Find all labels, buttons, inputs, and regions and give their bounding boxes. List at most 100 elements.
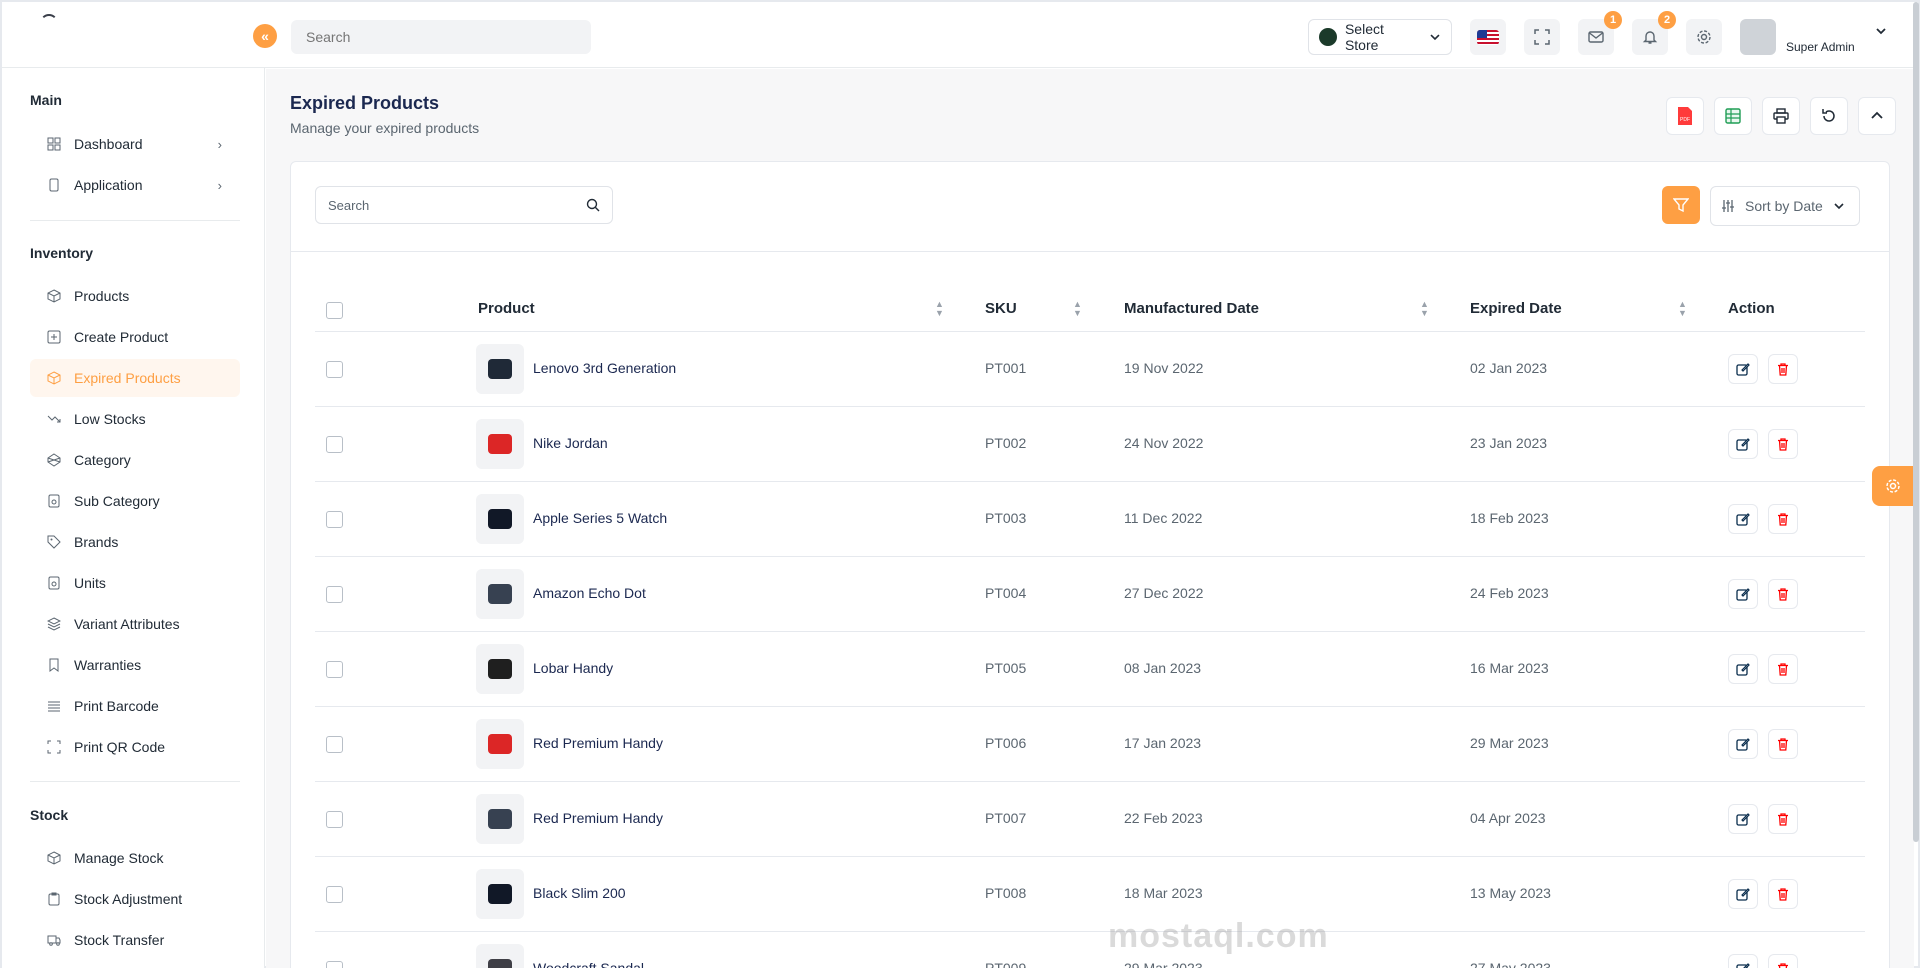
product-thumbnail [476,344,524,394]
sidebar-item-stock-transfer[interactable]: Stock Transfer [30,921,240,959]
sidebar: Main Dashboard › Application › Inventory… [2,68,265,968]
sidebar-item-variant-attributes[interactable]: Variant Attributes [30,605,240,643]
clipboard-icon [46,891,62,907]
delete-button[interactable] [1768,729,1798,759]
sort-arrows-icon[interactable]: ▲ ▼ [1678,300,1687,318]
delete-button[interactable] [1768,504,1798,534]
sidebar-item-stock-adjustment[interactable]: Stock Adjustment [30,880,240,918]
row-checkbox[interactable] [326,511,343,528]
delete-button[interactable] [1768,579,1798,609]
product-name[interactable]: Amazon Echo Dot [533,585,646,601]
sidebar-item-brands[interactable]: Brands [30,523,240,561]
page-title: Expired Products [290,93,440,113]
product-name[interactable]: Nike Jordan [533,435,608,451]
sidebar-item-warranties[interactable]: Warranties [30,646,240,684]
row-checkbox[interactable] [326,661,343,678]
store-select[interactable]: Select Store [1308,19,1452,55]
edit-button[interactable] [1728,654,1758,684]
mail-badge: 1 [1604,11,1622,29]
theme-settings-button[interactable] [1872,466,1914,506]
maximize-icon [46,739,62,755]
row-checkbox[interactable] [326,586,343,603]
select-all-checkbox[interactable] [326,302,343,319]
table-row: Red Premium Handy PT007 22 Feb 2023 04 Apr … [315,782,1865,857]
delete-button[interactable] [1768,954,1798,968]
column-header-expired-date[interactable]: Expired Date [1470,300,1562,317]
sidebar-item-manage-stock[interactable]: Manage Stock [30,839,240,877]
sidebar-item-application[interactable]: Application › [30,166,240,204]
sort-arrows-icon[interactable]: ▲ ▼ [1420,300,1429,318]
expired-date-cell: 24 Feb 2023 [1470,585,1549,601]
layers-icon [46,616,62,632]
product-name[interactable]: Red Premium Handy [533,735,663,751]
edit-icon [1736,588,1750,601]
row-checkbox[interactable] [326,886,343,903]
filter-button[interactable] [1662,186,1700,224]
edit-button[interactable] [1728,429,1758,459]
sort-select[interactable]: Sort by Date [1710,186,1860,226]
pdf-icon: PDF [1678,107,1692,125]
messages-button[interactable]: 1 [1578,11,1622,55]
delete-button[interactable] [1768,354,1798,384]
product-name[interactable]: Lenovo 3rd Generation [533,360,676,376]
sort-arrows-icon[interactable]: ▲ ▼ [935,300,944,318]
sidebar-item-dashboard[interactable]: Dashboard › [30,125,240,163]
sidebar-item-print-qr-code[interactable]: Print QR Code [30,728,240,766]
notifications-button[interactable]: 2 [1632,11,1676,55]
sidebar-item-products[interactable]: Products [30,277,240,315]
refresh-button[interactable] [1810,97,1848,135]
page-scrollbar[interactable] [1913,2,1919,842]
table-row: Amazon Echo Dot PT004 27 Dec 2022 24 Feb 20… [315,557,1865,632]
edit-button[interactable] [1728,729,1758,759]
row-checkbox[interactable] [326,811,343,828]
edit-button[interactable] [1728,354,1758,384]
product-name[interactable]: Apple Series 5 Watch [533,510,667,526]
column-header-product[interactable]: Product [478,300,535,317]
column-header-sku[interactable]: SKU [985,300,1017,317]
sort-arrows-icon[interactable]: ▲ ▼ [1073,300,1082,318]
user-menu-chevron-icon[interactable] [1874,24,1888,38]
collapse-sidebar-button[interactable]: « [253,24,277,48]
edit-icon [1736,513,1750,526]
sidebar-item-low-stocks[interactable]: Low Stocks [30,400,240,438]
sidebar-item-units[interactable]: Units [30,564,240,602]
row-checkbox[interactable] [326,436,343,453]
delete-button[interactable] [1768,654,1798,684]
sku-cell: PT002 [985,435,1027,451]
delete-button[interactable] [1768,429,1798,459]
edit-button[interactable] [1728,804,1758,834]
table-search-input[interactable]: Search [315,186,613,224]
product-name[interactable]: Red Premium Handy [533,810,663,826]
delete-button[interactable] [1768,804,1798,834]
trending-down-icon [46,411,62,427]
settings-button[interactable] [1686,19,1722,55]
sidebar-item-category[interactable]: Category [30,441,240,479]
edit-button[interactable] [1728,879,1758,909]
sidebar-item-sub-category[interactable]: Sub Category [30,482,240,520]
product-name[interactable]: Black Slim 200 [533,885,626,901]
export-pdf-button[interactable]: PDF [1666,97,1704,135]
user-avatar[interactable] [1740,19,1776,55]
column-header-manufactured-date[interactable]: Manufactured Date [1124,300,1259,317]
sidebar-item-create-product[interactable]: Create Product [30,318,240,356]
collapse-header-button[interactable] [1858,97,1896,135]
sidebar-item-expired-products[interactable]: Expired Products [30,359,240,397]
print-button[interactable] [1762,97,1800,135]
main-content: Expired Products Manage your expired pro… [266,69,1914,968]
delete-button[interactable] [1768,879,1798,909]
fullscreen-button[interactable] [1524,19,1560,55]
row-checkbox[interactable] [326,361,343,378]
language-button[interactable] [1470,19,1506,55]
edit-icon [1736,438,1750,451]
export-excel-button[interactable] [1714,97,1752,135]
sidebar-item-print-barcode[interactable]: Print Barcode [30,687,240,725]
search-icon [586,198,600,212]
edit-button[interactable] [1728,504,1758,534]
edit-button[interactable] [1728,954,1758,968]
row-checkbox[interactable] [326,961,343,968]
product-name[interactable]: Woodcraft Sandal [533,960,644,968]
edit-button[interactable] [1728,579,1758,609]
product-name[interactable]: Lobar Handy [533,660,613,676]
row-checkbox[interactable] [326,736,343,753]
global-search-input[interactable] [291,20,591,54]
